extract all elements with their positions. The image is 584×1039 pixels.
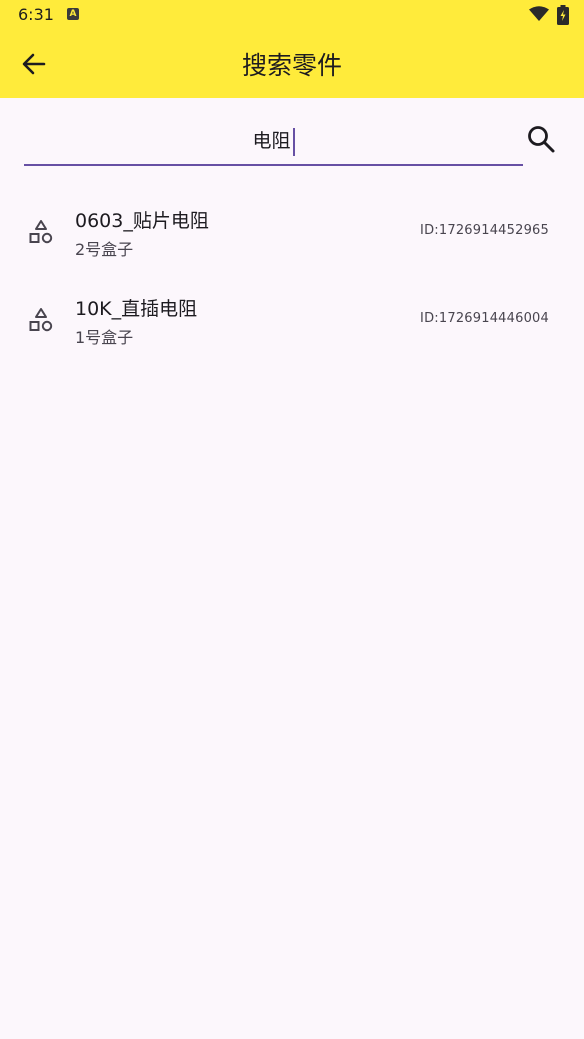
status-bar: 6:31 A — [0, 0, 584, 30]
page-title-text: 搜索零件 — [241, 51, 342, 80]
item-id: ID:1726914446004 — [420, 311, 549, 326]
search-text: 电阻 — [252, 130, 291, 152]
text-caret — [292, 127, 295, 156]
item-location: 1号盒子 — [75, 328, 134, 347]
search-input[interactable]: 电阻 — [24, 116, 523, 166]
notification-a-icon: A — [67, 8, 79, 20]
wifi-icon — [529, 6, 549, 21]
results-list: 0603_贴片电阻 2号盒子 ID:1726914452965 10K_直插电阻… — [0, 190, 584, 366]
item-name: 10K_直插电阻 — [75, 298, 198, 320]
battery-icon — [557, 5, 569, 25]
list-item[interactable]: 10K_直插电阻 1号盒子 ID:1726914446004 — [0, 278, 584, 366]
category-shapes-icon — [29, 308, 53, 332]
page-title: 搜索零件 — [0, 46, 584, 82]
app-bar: 6:31 A 搜索零件 — [0, 0, 584, 98]
item-name: 0603_贴片电阻 — [75, 210, 209, 232]
category-shapes-icon — [29, 220, 53, 244]
status-time: 6:31 — [18, 5, 54, 24]
list-item[interactable]: 0603_贴片电阻 2号盒子 ID:1726914452965 — [0, 190, 584, 278]
search-icon[interactable] — [525, 123, 557, 155]
item-location: 2号盒子 — [75, 240, 134, 259]
item-id: ID:1726914452965 — [420, 223, 549, 238]
search-input-value[interactable]: 电阻 — [24, 126, 523, 156]
